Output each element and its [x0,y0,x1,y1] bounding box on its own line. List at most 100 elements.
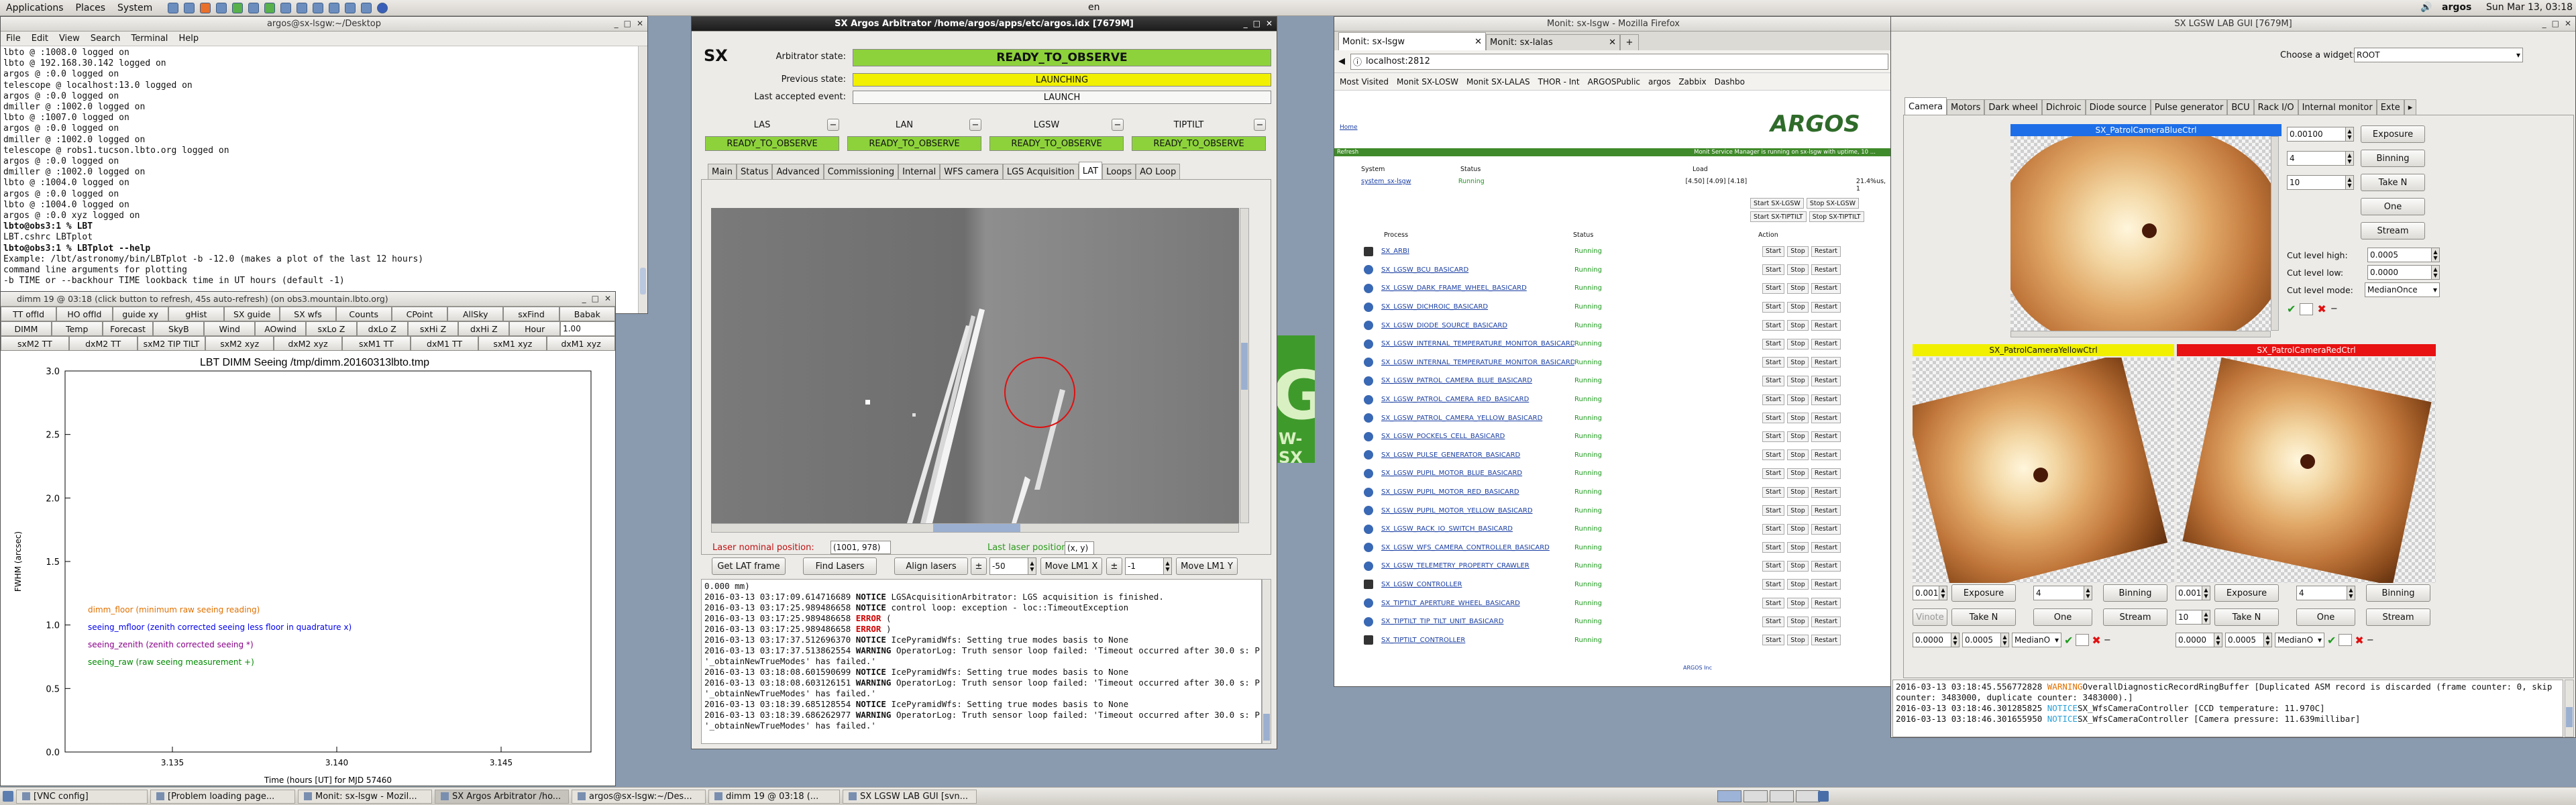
n-value[interactable]: 10 [2287,175,2346,190]
process-link[interactable]: SX_LGSW_PATROL_CAMERA_RED_BASICARD [1381,396,1574,403]
apply-check-icon[interactable]: ✔ [2327,634,2336,647]
minus-icon[interactable]: − [2104,635,2111,645]
process-link[interactable]: SX_LGSW_DARK_FRAME_WHEEL_BASICARD [1381,284,1574,292]
stop-button[interactable]: Stop [1787,505,1809,517]
dimm-button-sxm2-tt[interactable]: sxM2 TT [1,336,69,351]
new-tab-button[interactable]: + [1620,34,1639,50]
workspace-1[interactable] [1717,790,1741,802]
blue-camera-hscroll[interactable] [2010,331,2271,337]
dimm-button-sx-guide[interactable]: SX guide [224,307,280,321]
apply-check-icon[interactable]: ✔ [2064,634,2073,647]
lab-gui-log-scrollbar[interactable] [2565,680,2574,737]
dimm-button-aowind[interactable]: AOwind [255,321,306,336]
lat-hscroll[interactable] [711,523,1239,533]
stop-button[interactable]: Stop [1787,320,1809,331]
process-link[interactable]: SX_LGSW_PATROL_CAMERA_BLUE_BASICARD [1381,377,1574,384]
start-button[interactable]: Start [1762,542,1785,553]
stop-sx-lgsw-button[interactable]: Stop SX-LGSW [1806,198,1860,209]
monitor-launcher-icon[interactable] [248,2,260,13]
dimm-button-dxm1-xyz[interactable]: dxM1 xyz [547,336,615,351]
screenshot-launcher-icon[interactable] [280,2,292,13]
restart-button[interactable]: Restart [1811,246,1841,257]
dimm-button-guide-xy[interactable]: guide xy [112,307,168,321]
start-button[interactable]: Start [1762,338,1785,350]
spin-arrows-icon[interactable]: ▲ ▼ [2432,248,2440,262]
applications-menu[interactable]: Applications [0,3,70,13]
process-link[interactable]: SX_LGSW_DICHROIC_BASICARD [1381,303,1574,311]
blue-exposure-spinbox[interactable]: 0.00100 ▲ ▼ [2287,127,2354,142]
dimm-button-sxhi-z[interactable]: sxHi Z [407,321,459,336]
tab-commissioning[interactable]: Commissioning [823,164,899,180]
restart-button[interactable]: Restart [1811,264,1841,276]
red-stream-button[interactable]: Stream [2366,608,2430,626]
tab-internal-monitor[interactable]: Internal monitor [2298,99,2377,115]
volume-icon[interactable]: 🔊 [2420,2,2432,13]
dimm-button-dxm2-xyz[interactable]: dxM2 xyz [274,336,342,351]
process-link[interactable]: SX_LGSW_WFS_CAMERA_CONTROLLER_BASICARD [1381,544,1574,551]
apply-field[interactable] [2076,634,2090,646]
yellow-camera-image[interactable] [1913,358,2174,583]
stop-button[interactable]: Stop [1787,264,1809,276]
lab-gui-titlebar[interactable]: SX LGSW LAB GUI [7679M] _ □ ✕ [1891,17,2575,32]
arbitrator-log[interactable]: 0.000 mm) 2016-03-13 03:17:09.614716689 N… [701,579,1262,744]
bookmark-item[interactable]: ARGOSPublic [1588,77,1640,87]
close-icon[interactable]: ✕ [637,19,643,28]
subsystem-toggle-lgsw[interactable]: − [1112,119,1124,131]
stop-button[interactable]: Stop [1787,449,1809,461]
refresh-link[interactable]: Refresh [1337,149,1358,156]
start-button[interactable]: Start [1762,468,1785,479]
stop-button[interactable]: Stop [1787,616,1809,627]
workspace-3[interactable] [1770,790,1794,802]
arbitrator-log-scrollbar[interactable] [1262,579,1271,744]
n-value[interactable]: 10 [2176,610,2202,625]
menu-terminal[interactable]: Terminal [125,34,173,44]
restart-button[interactable]: Restart [1811,598,1841,609]
process-link[interactable]: SX_LGSW_BCU_BASICARD [1381,266,1574,274]
process-link[interactable]: SX_LGSW_DIODE_SOURCE_BASICARD [1381,322,1574,329]
yellow-vinote-button[interactable]: Vinote [1913,608,1947,626]
bookmark-item[interactable]: THOR - Int [1538,77,1580,87]
tab-camera[interactable]: Camera [1904,97,1947,115]
apply-field[interactable] [2339,634,2353,646]
restart-button[interactable]: Restart [1811,338,1841,350]
minimize-icon[interactable]: _ [2542,19,2546,28]
dimm-button-ghist[interactable]: gHist [168,307,225,321]
minimize-icon[interactable]: _ [614,19,619,28]
binning-value[interactable]: 4 [2033,586,2084,600]
chart-launcher-icon[interactable] [329,2,340,13]
process-link[interactable]: SX_LGSW_INTERNAL_TEMPERATURE_MONITOR_BAS… [1381,359,1574,366]
dimm-button-ho-offid[interactable]: HO offId [56,307,113,321]
reset-x-icon[interactable]: ✖ [2092,634,2100,647]
subsystem-toggle-tiptilt[interactable]: − [1254,119,1266,131]
tab-dichroic[interactable]: Dichroic [2041,99,2086,115]
footer-link[interactable]: ARGOS Inc [1683,665,1712,671]
terminal-scrollbar[interactable] [638,46,647,313]
menu-edit[interactable]: Edit [26,34,54,44]
dimm-button-skyb[interactable]: SkyB [153,321,205,336]
url-bar[interactable]: ⓘ localhost:2812 [1350,53,1888,70]
minus-icon[interactable]: − [2330,304,2338,314]
blue-exposure-button[interactable]: Exposure [2361,125,2425,143]
show-desktop-icon[interactable] [3,791,13,802]
stop-button[interactable]: Stop [1787,357,1809,368]
bookmark-item[interactable]: argos [1648,77,1670,87]
spin-arrows-icon[interactable]: ▲ ▼ [2264,633,2272,647]
yellow-binning-button[interactable]: Binning [2103,584,2167,602]
red-cut-low-spinbox[interactable]: 0.0000 ▲ ▼ [2176,633,2222,647]
widget-selector[interactable]: ROOT ▾ [2354,48,2523,62]
spin-arrows-icon[interactable]: ▲ ▼ [2432,265,2440,280]
tab-main[interactable]: Main [708,164,737,180]
maximize-icon[interactable]: □ [592,294,599,303]
workspace-switcher[interactable] [1717,790,1820,802]
dimm-button-hour[interactable]: Hour [509,321,561,336]
start-button[interactable]: Start [1762,282,1785,294]
user-name[interactable]: argos [2442,2,2471,13]
dimm-button-cpoint[interactable]: CPoint [391,307,448,321]
menu-file[interactable]: File [1,34,26,44]
stop-button[interactable]: Stop [1787,579,1809,590]
browser-tab-sx-lsgw[interactable]: Monit: sx-lsgw ✕ [1338,32,1486,50]
restart-button[interactable]: Restart [1811,505,1841,517]
close-tab-icon[interactable]: ✕ [1474,37,1482,47]
menu-search[interactable]: Search [85,34,126,44]
tab-ao-loop[interactable]: AO Loop [1136,164,1181,180]
